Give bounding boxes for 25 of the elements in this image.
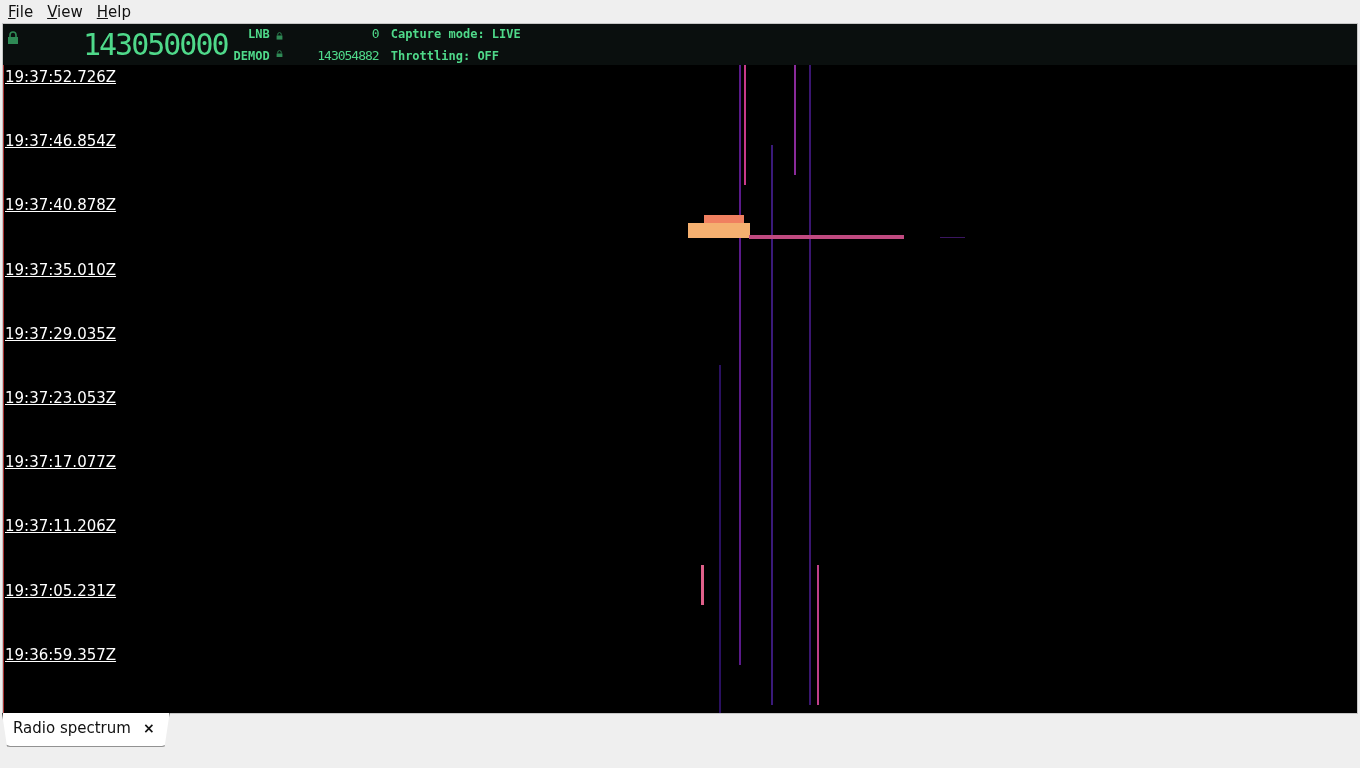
tab[interactable]: Radio spectrum × xyxy=(2,713,170,747)
lnb-label: LNB xyxy=(248,25,270,43)
timestamp-label: 19:37:40.878Z xyxy=(5,195,118,216)
tab-label: Radio spectrum xyxy=(13,718,131,739)
timestamp-label: 19:37:29.035Z xyxy=(5,323,118,344)
capture-mode-text: Capture mode: LIVE xyxy=(390,25,521,43)
timestamp-label: 19:37:05.231Z xyxy=(5,580,118,601)
timestamp-label: 19:37:23.053Z xyxy=(5,388,118,409)
lock-icon xyxy=(275,49,283,58)
demod-frequency: 143054882 xyxy=(317,46,379,65)
frequency-display: 143050000 xyxy=(83,29,228,60)
lnb-value: 0 xyxy=(371,25,379,43)
timestamp-label: 19:37:52.726Z xyxy=(5,67,118,88)
timestamp-label: 19:37:46.854Z xyxy=(5,131,118,152)
menu-item[interactable]: View xyxy=(43,1,87,22)
lock-icon xyxy=(275,31,283,40)
timestamp-label: 19:37:17.077Z xyxy=(5,452,118,473)
menu-item[interactable]: File xyxy=(4,1,38,22)
close-icon[interactable]: × xyxy=(142,717,155,739)
timestamp-label: 19:37:35.010Z xyxy=(5,259,118,280)
timestamp-label: 19:37:11.206Z xyxy=(5,516,118,537)
timestamp-label: 19:36:59.357Z xyxy=(5,644,118,666)
menu-item[interactable]: Help xyxy=(92,1,135,22)
demod-label: DEMOD xyxy=(233,47,270,65)
throttling-text: Throttling: OFF xyxy=(390,47,501,65)
